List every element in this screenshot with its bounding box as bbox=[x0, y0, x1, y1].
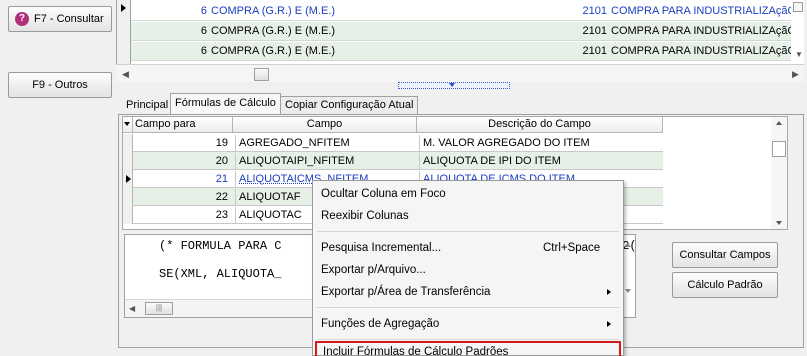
table-cell-campo: ALIQUOTAIPI_NFITEM bbox=[235, 153, 417, 169]
top-grid-row[interactable]: 6 COMPRA (G.R.) E (M.E.) 2101 COMPRA PARA I… bbox=[131, 42, 791, 61]
table-row[interactable]: 19 AGREGADO_NFITEM M. VALOR AGREGADO DO IT… bbox=[123, 134, 663, 152]
menu-separator bbox=[317, 307, 619, 308]
submenu-arrow-icon bbox=[607, 321, 611, 327]
table-row[interactable]: 20 ALIQUOTAIPI_NFITEM ALIQUOTA DE IPI DO I… bbox=[123, 152, 663, 170]
menu-item-reexibir-colunas[interactable]: Reexibir Colunas bbox=[313, 205, 623, 227]
top-grid-cell-desc: COMPRA (G.R.) E (M.E.) bbox=[211, 5, 336, 17]
menu-item-pesquisa-shortcut: Ctrl+Space bbox=[543, 242, 601, 254]
outros-button[interactable]: F9 - Outros bbox=[8, 72, 112, 98]
menu-item-incluir-formulas-label: Incluir Fórmulas de Cálculo Padrões bbox=[323, 346, 509, 356]
menu-item-exportar-arquivo-label: Exportar p/Arquivo... bbox=[321, 264, 426, 276]
top-grid-cell-nature: COMPRA PARA INDUSTRIALIZAçãO bbox=[611, 45, 791, 57]
scroll-right-icon[interactable]: ▶ bbox=[792, 69, 799, 80]
indicator-header bbox=[123, 117, 133, 133]
menu-item-reexibir-colunas-label: Reexibir Colunas bbox=[321, 210, 409, 222]
tab-copiar-label: Copiar Configuração Atual bbox=[285, 99, 414, 111]
tab-formulas[interactable]: Fórmulas de Cálculo bbox=[170, 93, 281, 114]
top-grid-hscrollbar[interactable]: ◀ ▶ bbox=[116, 64, 804, 82]
row-indicator bbox=[123, 134, 133, 152]
dropdown-arrow-icon[interactable] bbox=[124, 122, 130, 126]
top-grid-indicator-column bbox=[117, 0, 131, 64]
splitter-handle[interactable] bbox=[398, 82, 510, 89]
menu-item-funcoes-agregacao-label: Funções de Agregação bbox=[321, 318, 440, 330]
consultar-label: F7 - Consultar bbox=[34, 13, 104, 25]
scroll-thumb[interactable] bbox=[254, 68, 269, 81]
scroll-up-icon[interactable] bbox=[776, 121, 782, 125]
formula-line-2: SE(XML, ALIQUOTA_ bbox=[159, 267, 282, 281]
top-grid-cell-num: 6 bbox=[200, 5, 207, 17]
top-grid-cell-num: 6 bbox=[200, 45, 207, 57]
top-grid: 6 COMPRA (G.R.) E (M.E.) 2101 COMPRA PARA I… bbox=[116, 0, 804, 64]
calculo-padrao-label: Cálculo Padrão bbox=[687, 279, 763, 291]
column-header-campo[interactable]: Campo bbox=[233, 117, 417, 133]
menu-item-pesquisa-incremental[interactable]: Pesquisa Incremental... Ctrl+Space bbox=[313, 237, 623, 259]
tab-formulas-label: Fórmulas de Cálculo bbox=[175, 97, 276, 109]
current-row-arrow-icon bbox=[121, 4, 126, 12]
top-grid-cell-nature: COMPRA PARA INDUSTRIALIZAçãO bbox=[611, 5, 791, 17]
menu-item-funcoes-agregacao[interactable]: Funções de Agregação bbox=[313, 313, 623, 335]
top-grid-scroll-up-icon[interactable] bbox=[793, 2, 803, 12]
top-grid-row[interactable]: 6 COMPRA (G.R.) E (M.E.) 2101 COMPRA PARA I… bbox=[131, 22, 791, 41]
top-grid-cell-cfop: 2101 bbox=[582, 5, 607, 17]
menu-separator bbox=[317, 339, 619, 340]
splitter-arrow-icon bbox=[449, 83, 455, 87]
tab-bar: Principal Fórmulas de Cálculo Copiar Con… bbox=[118, 92, 758, 114]
consultar-campos-label: Consultar Campos bbox=[679, 249, 771, 261]
menu-separator bbox=[317, 231, 619, 232]
top-grid-cell-num: 6 bbox=[200, 25, 207, 37]
consultar-button[interactable]: ? F7 - Consultar bbox=[8, 6, 112, 32]
editor-scroll-left-icon[interactable]: ◀ bbox=[129, 304, 135, 313]
table-cell-num: 21 bbox=[215, 173, 228, 185]
row-indicator bbox=[123, 188, 133, 206]
scroll-thumb[interactable] bbox=[772, 141, 786, 157]
formula-line-1: (* FORMULA PARA C bbox=[159, 239, 282, 253]
top-grid-row[interactable]: 6 COMPRA (G.R.) E (M.E.) 2101 COMPRA PARA I… bbox=[131, 2, 791, 21]
consultar-campos-button[interactable]: Consultar Campos bbox=[672, 242, 778, 268]
top-grid-scroll-down-icon[interactable]: ▼ bbox=[795, 50, 803, 59]
help-icon: ? bbox=[15, 12, 29, 26]
column-header-campo-label: Campo bbox=[306, 118, 343, 130]
tab-principal-label: Principal bbox=[126, 99, 169, 111]
scroll-left-icon[interactable]: ◀ bbox=[122, 69, 129, 80]
menu-item-exportar-arquivo[interactable]: Exportar p/Arquivo... bbox=[313, 259, 623, 281]
context-menu: Ocultar Coluna em Foco Reexibir Colunas … bbox=[312, 180, 624, 356]
menu-item-exportar-transferencia[interactable]: Exportar p/Área de Transferência bbox=[313, 281, 623, 303]
column-header-descricao[interactable]: Descrição do Campo bbox=[417, 117, 663, 133]
editor-scroll-up-icon[interactable] bbox=[625, 243, 631, 247]
top-grid-cell-cfop: 2101 bbox=[582, 45, 607, 57]
table-cell-campo: AGREGADO_NFITEM bbox=[235, 135, 417, 151]
calculo-padrao-button[interactable]: Cálculo Padrão bbox=[672, 272, 778, 298]
current-row-arrow-icon bbox=[123, 170, 133, 188]
submenu-arrow-icon bbox=[607, 289, 611, 295]
scroll-down-icon[interactable] bbox=[776, 221, 782, 225]
table-cell-num: 20 bbox=[215, 155, 228, 167]
editor-scroll-thumb[interactable]: ||| bbox=[145, 302, 173, 315]
row-indicator bbox=[123, 206, 133, 224]
table-cell-descricao: M. VALOR AGREGADO DO ITEM bbox=[419, 135, 663, 151]
menu-item-ocultar-coluna[interactable]: Ocultar Coluna em Foco bbox=[313, 183, 623, 205]
outros-label: F9 - Outros bbox=[32, 79, 88, 91]
column-header-campo-calculo[interactable]: Campo para cálculo bbox=[133, 117, 233, 145]
top-grid-cell-nature: COMPRA PARA INDUSTRIALIZAçãO bbox=[611, 25, 791, 37]
table-cell-num: 19 bbox=[215, 137, 228, 149]
table-cell-num: 23 bbox=[215, 209, 228, 221]
menu-item-ocultar-coluna-label: Ocultar Coluna em Foco bbox=[321, 188, 446, 200]
formula-grid-vscrollbar[interactable] bbox=[771, 117, 787, 229]
table-cell-descricao: ALIQUOTA DE IPI DO ITEM bbox=[419, 153, 663, 169]
top-grid-cell-desc: COMPRA (G.R.) E (M.E.) bbox=[211, 45, 336, 57]
table-cell-num: 22 bbox=[215, 191, 228, 203]
menu-item-incluir-formulas[interactable]: Incluir Fórmulas de Cálculo Padrões bbox=[315, 341, 621, 356]
tab-principal[interactable]: Principal bbox=[120, 96, 174, 114]
menu-item-pesquisa-incremental-label: Pesquisa Incremental... bbox=[321, 242, 442, 254]
tab-copiar[interactable]: Copiar Configuração Atual bbox=[280, 96, 419, 114]
top-grid-cell-desc: COMPRA (G.R.) E (M.E.) bbox=[211, 25, 336, 37]
row-indicator bbox=[123, 152, 133, 170]
column-header-descricao-label: Descrição do Campo bbox=[488, 118, 591, 130]
editor-scroll-down-icon[interactable] bbox=[625, 289, 631, 293]
top-grid-cell-cfop: 2101 bbox=[582, 25, 607, 37]
menu-item-exportar-transferencia-label: Exportar p/Área de Transferência bbox=[321, 286, 491, 298]
row-arrow-icon bbox=[126, 175, 131, 183]
